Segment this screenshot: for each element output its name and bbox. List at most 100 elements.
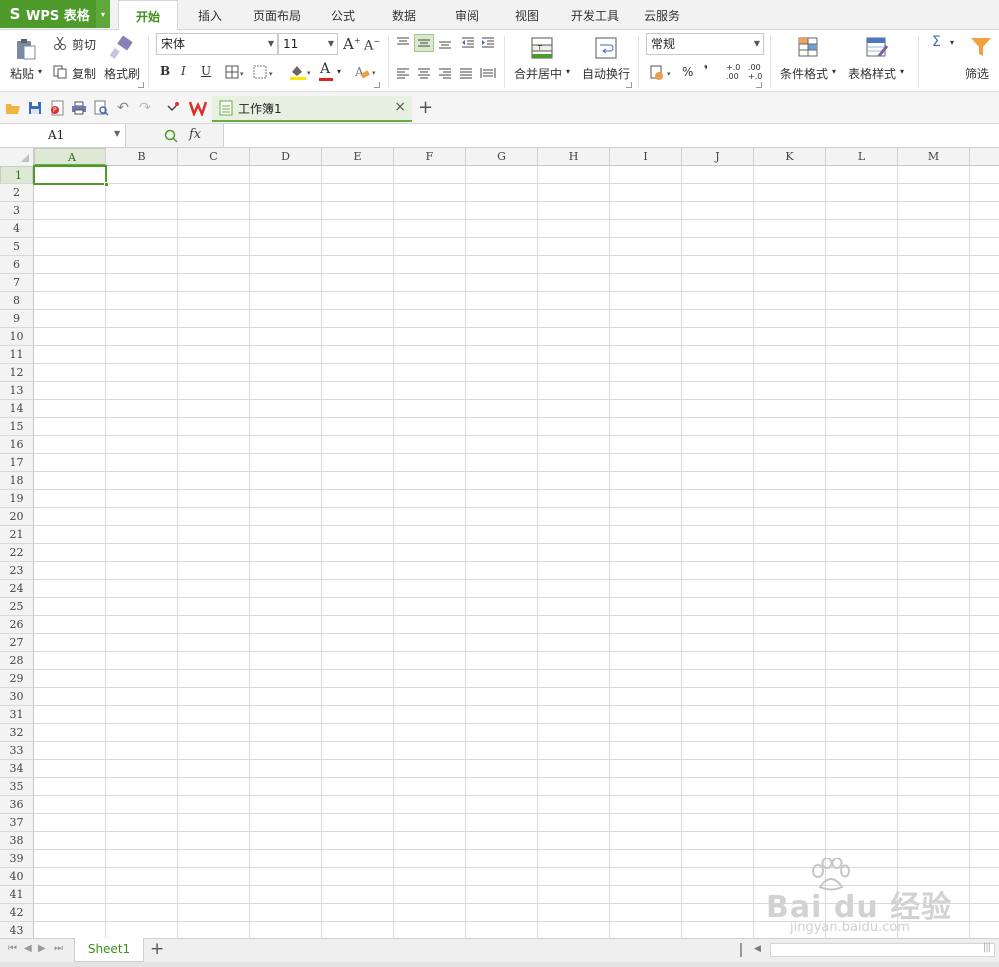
- align-middle-icon[interactable]: [414, 34, 434, 52]
- filter-icon[interactable]: [968, 34, 994, 60]
- font-size-select[interactable]: 11 ▼: [278, 33, 338, 55]
- row-header[interactable]: 6: [0, 256, 33, 274]
- font-name-select[interactable]: 宋体 ▼: [156, 33, 278, 55]
- fill-color-icon[interactable]: ▾: [287, 62, 315, 82]
- menu-tab-5[interactable]: 数据: [376, 0, 432, 30]
- add-sheet-icon[interactable]: +: [150, 939, 164, 959]
- filter-button[interactable]: 筛选: [965, 65, 989, 82]
- percent-button[interactable]: %: [682, 65, 693, 79]
- borders-icon[interactable]: ▾: [224, 64, 246, 80]
- close-tab-icon[interactable]: ×: [394, 99, 406, 115]
- row-header[interactable]: 1: [0, 166, 33, 184]
- wps-logo-icon[interactable]: [188, 98, 208, 118]
- row-header[interactable]: 3: [0, 202, 33, 220]
- column-header[interactable]: G: [466, 148, 538, 166]
- menu-tab-2[interactable]: 插入: [180, 0, 240, 30]
- number-dialog-launcher[interactable]: [756, 82, 762, 88]
- chevron-down-icon[interactable]: ▾: [566, 67, 570, 76]
- menu-tab-9[interactable]: 云服务: [634, 0, 690, 30]
- sheet-tab-sheet1[interactable]: Sheet1: [74, 938, 144, 962]
- menu-tab-8[interactable]: 开发工具: [562, 0, 628, 30]
- column-header[interactable]: I: [610, 148, 682, 166]
- column-header[interactable]: F: [394, 148, 466, 166]
- increase-decimal-button[interactable]: +.0 .00: [726, 63, 742, 81]
- conditional-format-button[interactable]: 条件格式: [780, 65, 828, 82]
- clear-format-icon[interactable]: A ▾: [352, 62, 380, 82]
- menu-tab-3[interactable]: 页面布局: [240, 0, 314, 30]
- row-header[interactable]: 40: [0, 868, 33, 886]
- row-header[interactable]: 14: [0, 400, 33, 418]
- row-header[interactable]: 24: [0, 580, 33, 598]
- cut-button[interactable]: 剪切: [72, 36, 96, 53]
- new-tab-icon[interactable]: +: [418, 97, 433, 118]
- row-header[interactable]: 5: [0, 238, 33, 256]
- merge-center-icon[interactable]: T: [530, 36, 554, 60]
- cell-shading-icon[interactable]: ▾: [252, 64, 278, 80]
- merge-center-button[interactable]: 合并居中: [514, 65, 562, 82]
- alignment-dialog-launcher[interactable]: [626, 82, 632, 88]
- clipboard-dialog-launcher[interactable]: [138, 82, 144, 88]
- column-header[interactable]: H: [538, 148, 610, 166]
- row-header[interactable]: 27: [0, 634, 33, 652]
- row-header[interactable]: 37: [0, 814, 33, 832]
- document-tab[interactable]: 工作簿1 ×: [212, 96, 412, 122]
- row-header[interactable]: 11: [0, 346, 33, 364]
- conditional-format-icon[interactable]: [796, 35, 822, 61]
- chevron-down-icon[interactable]: ▾: [900, 67, 904, 76]
- row-header[interactable]: 2: [0, 184, 33, 202]
- export-pdf-icon[interactable]: P: [48, 99, 66, 117]
- underline-button[interactable]: U: [201, 64, 211, 78]
- row-header[interactable]: 35: [0, 778, 33, 796]
- decrease-decimal-button[interactable]: .00 +.0: [748, 63, 764, 81]
- row-header[interactable]: 41: [0, 886, 33, 904]
- bold-button[interactable]: B: [160, 64, 170, 78]
- decrease-font-size-icon[interactable]: A−: [364, 37, 380, 53]
- chevron-down-icon[interactable]: ▾: [832, 67, 836, 76]
- font-dialog-launcher[interactable]: [374, 82, 380, 88]
- chevron-down-icon[interactable]: ▾: [337, 67, 341, 76]
- distributed-align-icon[interactable]: [478, 64, 498, 82]
- align-center-icon[interactable]: [415, 64, 433, 82]
- row-header[interactable]: 39: [0, 850, 33, 868]
- row-header[interactable]: 28: [0, 652, 33, 670]
- cell-grid[interactable]: [34, 166, 999, 938]
- table-style-button[interactable]: 表格样式: [848, 65, 896, 82]
- align-top-icon[interactable]: [394, 34, 412, 52]
- scroll-left-icon[interactable]: ◀: [754, 944, 761, 954]
- horizontal-scrollbar[interactable]: |||: [770, 942, 995, 957]
- column-header-partial[interactable]: [970, 148, 999, 166]
- column-header[interactable]: D: [250, 148, 322, 166]
- customize-quick-access-icon[interactable]: [164, 99, 182, 117]
- name-box[interactable]: A1 ▼: [0, 124, 126, 147]
- first-sheet-nav-icon[interactable]: ⏮: [8, 943, 17, 954]
- print-icon[interactable]: [70, 99, 88, 117]
- row-header[interactable]: 21: [0, 526, 33, 544]
- chevron-down-icon[interactable]: ▾: [950, 38, 954, 47]
- column-header[interactable]: M: [898, 148, 970, 166]
- currency-icon[interactable]: ▾: [648, 63, 676, 83]
- paste-button[interactable]: 粘贴: [10, 65, 34, 82]
- copy-button[interactable]: 复制: [72, 65, 96, 82]
- align-right-icon[interactable]: [436, 64, 454, 82]
- row-header[interactable]: 32: [0, 724, 33, 742]
- row-header[interactable]: 4: [0, 220, 33, 238]
- prev-sheet-nav-icon[interactable]: ◀: [24, 943, 32, 954]
- justify-icon[interactable]: [457, 64, 475, 82]
- row-header[interactable]: 20: [0, 508, 33, 526]
- wrap-text-icon[interactable]: [594, 36, 618, 60]
- row-header[interactable]: 33: [0, 742, 33, 760]
- column-header[interactable]: J: [682, 148, 754, 166]
- copy-icon[interactable]: [52, 64, 68, 80]
- menu-tab-4[interactable]: 公式: [318, 0, 368, 30]
- table-style-icon[interactable]: [864, 35, 890, 61]
- row-header[interactable]: 15: [0, 418, 33, 436]
- row-header[interactable]: 19: [0, 490, 33, 508]
- decrease-indent-icon[interactable]: [459, 34, 477, 52]
- row-header[interactable]: 7: [0, 274, 33, 292]
- align-left-icon[interactable]: [394, 64, 412, 82]
- save-icon[interactable]: [26, 99, 44, 117]
- active-cell-A1[interactable]: [33, 165, 109, 187]
- row-header[interactable]: 30: [0, 688, 33, 706]
- row-header[interactable]: 23: [0, 562, 33, 580]
- scissors-icon[interactable]: [52, 35, 68, 51]
